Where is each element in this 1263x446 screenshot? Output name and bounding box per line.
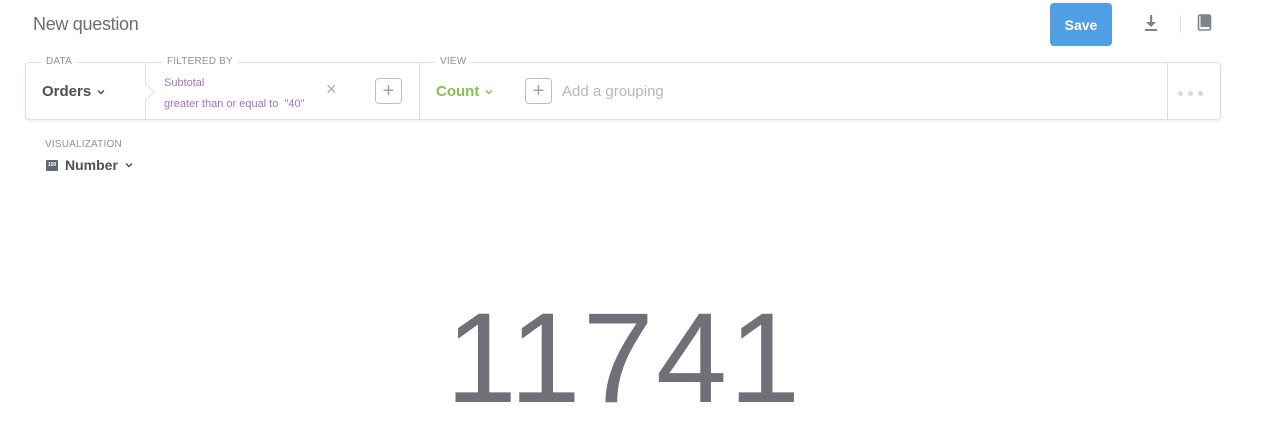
- save-button[interactable]: Save: [1050, 3, 1112, 46]
- scalar-result: 11741: [445, 287, 803, 430]
- section-divider: [1167, 63, 1168, 119]
- download-icon[interactable]: [1144, 14, 1158, 32]
- visualization-type: Number: [65, 157, 118, 173]
- chevron-down-icon: [97, 89, 105, 95]
- add-grouping-button[interactable]: +: [525, 78, 552, 104]
- visualization-picker[interactable]: 100 Number: [46, 157, 133, 173]
- dot: [1188, 91, 1193, 96]
- add-grouping-link[interactable]: Add a grouping: [562, 83, 664, 100]
- chevron-down-icon: [485, 89, 493, 95]
- filter-condition: greater than or equal to "40": [164, 94, 305, 115]
- filter-notch: [145, 83, 155, 101]
- number-viz-icon: 100: [46, 159, 58, 171]
- header-divider: [1180, 15, 1181, 33]
- dot: [1178, 91, 1183, 96]
- chevron-down-icon: [125, 162, 133, 168]
- data-section-label: DATA: [41, 56, 77, 67]
- filter-field: Subtotal: [164, 77, 205, 89]
- section-divider: [419, 63, 420, 119]
- dot: [1198, 91, 1203, 96]
- aggregation-label: Count: [436, 83, 480, 100]
- filter-pill[interactable]: Subtotal greater than or equal to "40": [164, 73, 305, 115]
- book-icon[interactable]: [1197, 14, 1213, 32]
- aggregation-picker[interactable]: Count: [436, 83, 493, 100]
- filter-operator: greater than or equal to: [164, 98, 279, 110]
- data-source-label: Orders: [42, 83, 92, 100]
- filter-value: "40": [284, 98, 305, 110]
- view-section-label: VIEW: [435, 56, 472, 67]
- data-source-picker[interactable]: Orders: [42, 83, 105, 100]
- filtered-by-label: FILTERED BY: [162, 56, 238, 67]
- page-title: New question: [33, 14, 139, 34]
- more-options-icon[interactable]: [1178, 91, 1203, 96]
- visualization-label: VISUALIZATION: [45, 139, 122, 150]
- remove-filter-icon[interactable]: ×: [326, 80, 340, 98]
- query-builder: DATA Orders FILTERED BY Subtotal greater…: [25, 56, 1221, 120]
- add-filter-button[interactable]: +: [375, 78, 402, 104]
